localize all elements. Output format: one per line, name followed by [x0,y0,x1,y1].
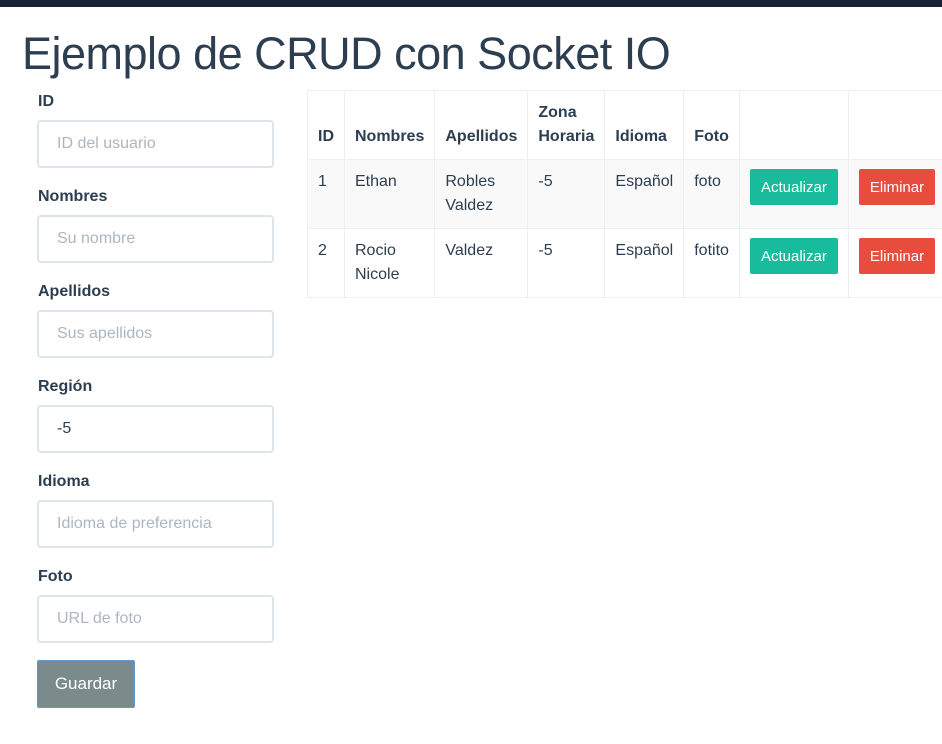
cell-zona: -5 [527,228,606,298]
form-group-apellidos: Apellidos [37,280,274,375]
delete-button[interactable]: Eliminar [858,238,935,274]
cell-id: 2 [307,228,345,298]
header-id: ID [307,90,345,160]
users-table-container: ID Nombres Apellidos Zona Horaria Idioma… [307,90,942,298]
cell-id: 1 [307,159,345,229]
cell-nombres: Ethan [343,159,436,229]
apellidos-input[interactable] [37,310,274,358]
table-row: 2 Rocio Nicole Valdez -5 Español fotito … [307,228,942,298]
nombres-label: Nombres [38,188,108,205]
form-group-nombres: Nombres [37,185,274,280]
header-idioma: Idioma [604,90,685,160]
top-navbar-strip [0,0,942,7]
apellidos-label: Apellidos [38,283,111,300]
id-label: ID [38,93,54,110]
form-group-idioma: Idioma [37,470,274,565]
region-input[interactable] [37,405,274,453]
table-header-row: ID Nombres Apellidos Zona Horaria Idioma… [307,90,942,160]
cell-delete: Eliminar [847,159,942,229]
delete-button[interactable]: Eliminar [858,169,935,205]
idioma-label: Idioma [38,473,90,490]
page-title: Ejemplo de CRUD con Socket IO [22,28,671,79]
cell-idioma: Español [604,159,685,229]
cell-delete: Eliminar [847,228,942,298]
form-group-id: ID [37,90,274,185]
users-table: ID Nombres Apellidos Zona Horaria Idioma… [307,90,942,298]
cell-apellidos: Robles Valdez [434,159,529,229]
cell-update: Actualizar [738,159,849,229]
header-foto: Foto [683,90,740,160]
form-group-foto: Foto [37,565,274,660]
update-button[interactable]: Actualizar [749,169,838,205]
cell-foto: foto [683,159,740,229]
header-apellidos: Apellidos [434,90,529,160]
header-nombres: Nombres [343,90,436,160]
user-form: ID Nombres Apellidos Región Idioma Foto … [37,90,274,708]
cell-update: Actualizar [738,228,849,298]
cell-nombres: Rocio Nicole [343,228,436,298]
id-input[interactable] [37,120,274,168]
cell-foto: fotito [683,228,740,298]
table-row: 1 Ethan Robles Valdez -5 Español foto Ac… [307,159,942,229]
foto-input[interactable] [37,595,274,643]
cell-apellidos: Valdez [434,228,529,298]
cell-zona: -5 [527,159,606,229]
form-group-region: Región [37,375,274,470]
foto-label: Foto [38,568,73,585]
region-label: Región [38,378,93,395]
idioma-input[interactable] [37,500,274,548]
save-button[interactable]: Guardar [37,660,135,708]
header-actions-update [738,90,849,160]
update-button[interactable]: Actualizar [749,238,838,274]
header-actions-delete [847,90,942,160]
cell-idioma: Español [604,228,685,298]
nombres-input[interactable] [37,215,274,263]
header-zona-horaria: Zona Horaria [527,90,606,160]
